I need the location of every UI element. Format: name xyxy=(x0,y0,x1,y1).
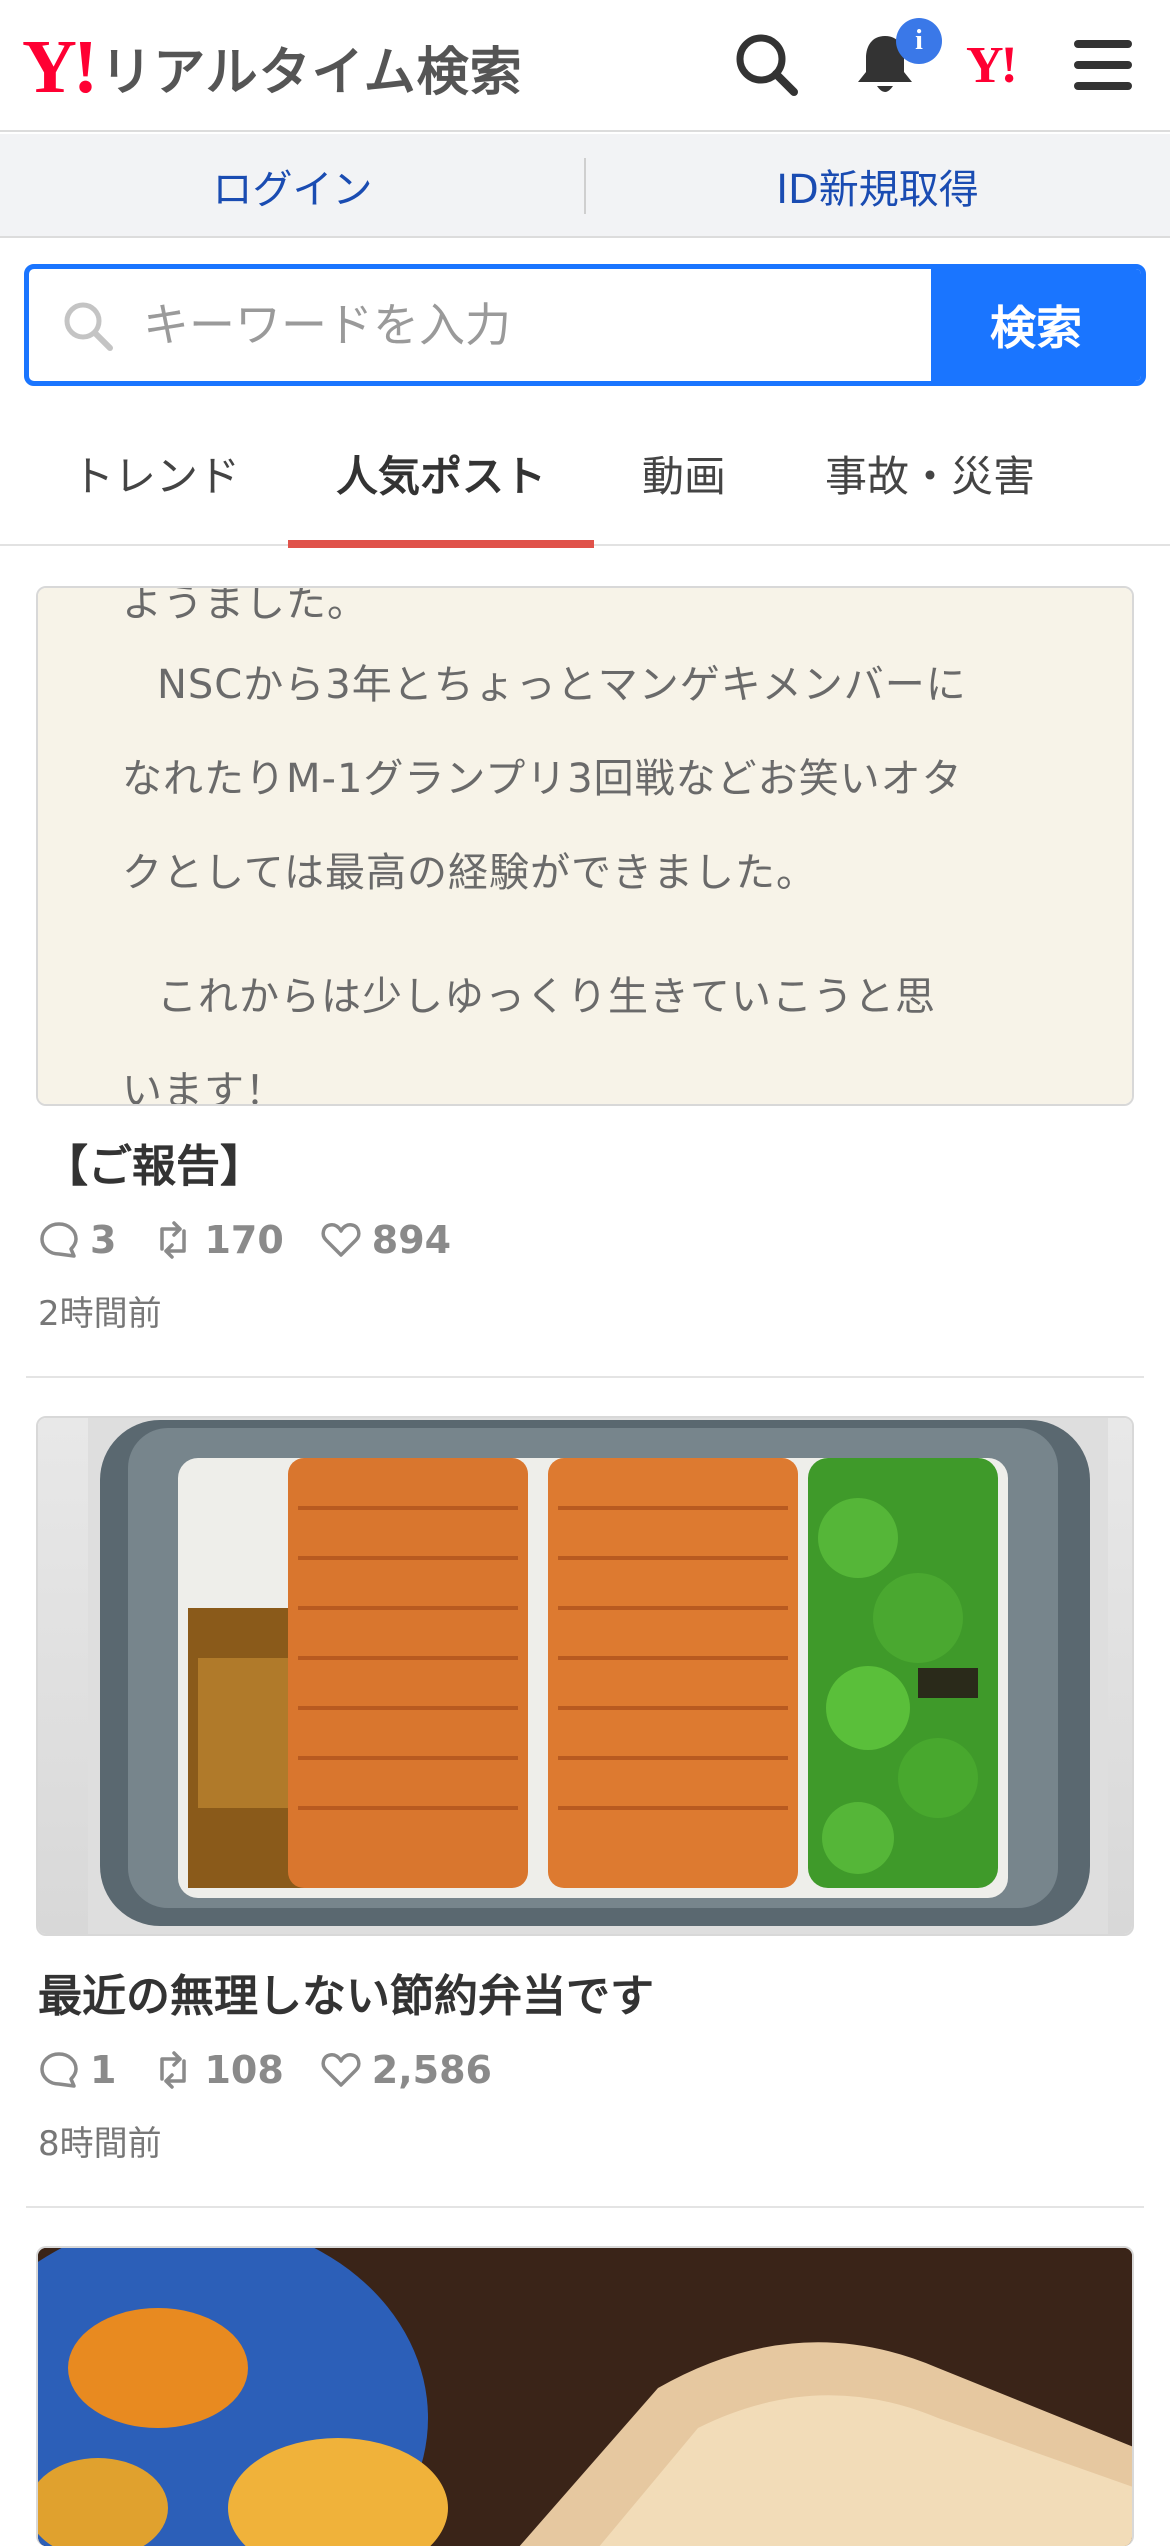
yahoo-realtime-logo[interactable]: Y! リアルタイム検索 xyxy=(22,22,523,112)
reply-icon xyxy=(40,2052,78,2088)
post-time: 2時間前 xyxy=(38,1294,162,1334)
search-input[interactable] xyxy=(141,269,941,381)
repost-count[interactable]: 108 xyxy=(152,2048,284,2092)
like-count-value: 894 xyxy=(371,1218,452,1262)
yahoo-japan-icon[interactable]: Y! xyxy=(966,36,1046,96)
reply-count-value: 3 xyxy=(90,1218,117,1262)
like-count[interactable]: 2,586 xyxy=(320,2048,492,2092)
post-image[interactable] xyxy=(36,1416,1134,1936)
snack-photo xyxy=(38,2248,1132,2546)
image-text-line: これからは少しゆっくり生きていこうと思 xyxy=(116,974,936,1020)
post-stats: 3 170 894 xyxy=(38,1212,487,1268)
login-link[interactable]: ログイン xyxy=(0,134,585,238)
post-divider xyxy=(26,1376,1144,1378)
image-text-line: ようました。 xyxy=(122,586,368,626)
post-divider xyxy=(26,2206,1144,2208)
bento-photo xyxy=(38,1418,1132,1934)
post-time: 8時間前 xyxy=(38,2124,162,2164)
post-title[interactable]: 最近の無理しない節約弁当です xyxy=(38,1960,654,2024)
notification-bell-icon[interactable]: i xyxy=(848,18,942,102)
note-image: ようました。 NSCから3年とちょっとマンゲキメンバーに なれたりM-1グランプ… xyxy=(38,588,1132,1104)
tab-videos[interactable]: 動画 xyxy=(604,400,764,546)
search-icon[interactable] xyxy=(730,28,804,102)
reply-count[interactable]: 1 xyxy=(38,2048,116,2092)
signup-link[interactable]: ID新規取得 xyxy=(585,134,1170,238)
repost-icon xyxy=(160,1221,187,1259)
reply-count[interactable]: 3 xyxy=(38,1218,116,1262)
reply-icon xyxy=(40,1222,78,1258)
yahoo-logo-mark: Y! xyxy=(22,25,98,109)
repost-count[interactable]: 170 xyxy=(152,1218,284,1262)
heart-icon xyxy=(321,2053,361,2087)
service-name: リアルタイム検索 xyxy=(100,42,523,103)
image-text-line: います！ xyxy=(122,1068,286,1106)
repost-icon xyxy=(160,2051,187,2089)
heart-icon xyxy=(321,1223,361,1257)
tab-trend[interactable]: トレンド xyxy=(38,400,274,546)
reply-count-value: 1 xyxy=(90,2048,117,2092)
post-image[interactable]: ようました。 NSCから3年とちょっとマンゲキメンバーに なれたりM-1グランプ… xyxy=(36,586,1134,1106)
repost-count-value: 108 xyxy=(204,2048,284,2092)
post-image[interactable] xyxy=(36,2246,1134,2546)
category-tabs: トレンド 人気ポスト 動画 事故・災害 xyxy=(0,400,1170,548)
repost-count-value: 170 xyxy=(204,1218,284,1262)
notification-badge: i xyxy=(896,18,942,64)
account-bar: ログイン ID新規取得 xyxy=(0,134,1170,238)
image-text-line: NSCから3年とちょっとマンゲキメンバーに xyxy=(116,662,967,708)
search-icon xyxy=(59,297,117,355)
like-count-value: 2,586 xyxy=(371,2048,492,2092)
app-header: Y! リアルタイム検索 i Y! xyxy=(0,0,1170,132)
hamburger-menu-icon[interactable] xyxy=(1066,28,1140,102)
image-text-line: なれたりM-1グランプリ3回戦などお笑いオタ xyxy=(122,756,963,802)
search-button[interactable]: 検索 xyxy=(931,269,1141,381)
post-stats: 1 108 2,586 xyxy=(38,2042,528,2098)
tab-popular-posts[interactable]: 人気ポスト xyxy=(288,400,594,548)
tab-accidents-disasters[interactable]: 事故・災害 xyxy=(790,400,1070,546)
yahoo-japan-mark: Y! xyxy=(966,37,1018,94)
post-title[interactable]: 【ご報告】 xyxy=(44,1130,264,1194)
search-bar: 検索 xyxy=(24,264,1146,386)
like-count[interactable]: 894 xyxy=(320,1218,451,1262)
image-text-line: クとしては最高の経験ができました。 xyxy=(122,850,817,896)
